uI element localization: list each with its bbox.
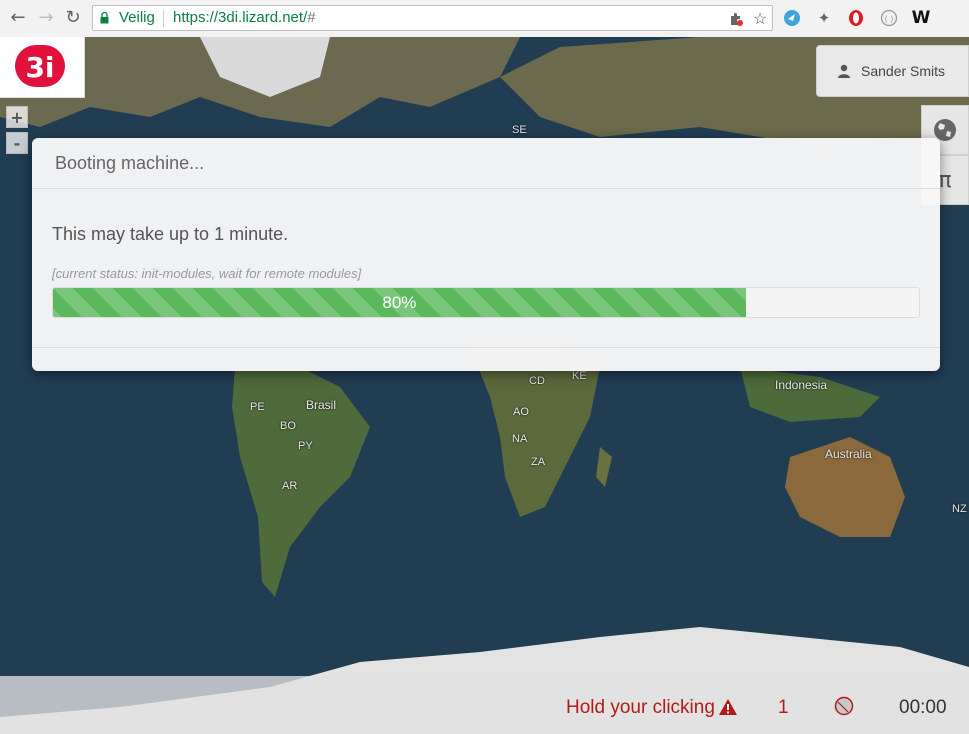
progress-track: 80% xyxy=(52,287,920,318)
warning-icon xyxy=(719,699,737,715)
map-label-se: SE xyxy=(512,124,527,136)
modal-status: [current status: init-modules, wait for … xyxy=(52,266,362,281)
hold-clicking-text: Hold your clicking xyxy=(566,697,715,718)
bird-extension-icon[interactable] xyxy=(782,8,802,28)
address-bar[interactable]: Veilig https://3di.lizard.net/# ☆ xyxy=(92,5,773,31)
url-text: https://3di.lizard.net/# xyxy=(173,9,316,26)
map-label-nz: NZ xyxy=(952,503,967,515)
map-label-ao: AO xyxy=(513,406,529,418)
browser-toolbar: ← → ↻ Veilig https://3di.lizard.net/# ☆ … xyxy=(0,0,969,38)
map-label-za: ZA xyxy=(531,456,546,468)
user-name: Sander Smits xyxy=(861,63,946,79)
timer: 00:00 xyxy=(899,697,947,718)
map-label-bo: BO xyxy=(280,420,296,432)
map-label-australia: Australia xyxy=(825,447,872,461)
security-label: Veilig xyxy=(119,9,155,26)
modal-header: Booting machine... xyxy=(32,138,940,189)
zoom-in-button[interactable]: + xyxy=(6,106,28,128)
map-label-na: NA xyxy=(512,433,528,445)
logo-mark: 3i xyxy=(15,45,65,87)
star-icon[interactable]: ☆ xyxy=(751,10,769,28)
app-logo[interactable]: 3i xyxy=(0,37,85,98)
modal-message: This may take up to 1 minute. xyxy=(52,224,289,244)
opera-extension-icon[interactable] xyxy=(846,8,866,28)
user-button[interactable]: Sander Smits xyxy=(816,45,969,97)
map-label-py: PY xyxy=(298,440,313,452)
status-bar: Hold your clicking 1 00:00 xyxy=(0,676,969,734)
puzzle-icon[interactable] xyxy=(727,10,745,28)
map-label-ar: AR xyxy=(282,480,298,492)
map-label-pe: PE xyxy=(250,401,265,413)
record-icon[interactable] xyxy=(834,696,854,716)
svg-text:( ): ( ) xyxy=(885,15,894,24)
forward-icon[interactable]: → xyxy=(36,8,56,28)
click-count: 1 xyxy=(778,697,789,718)
w-extension-icon[interactable]: W xyxy=(911,8,931,28)
zoom-out-button[interactable]: - xyxy=(6,132,28,154)
map-label-indonesia: Indonesia xyxy=(775,378,828,392)
modal-footer xyxy=(32,347,940,348)
lock-icon xyxy=(100,12,109,24)
url-path: # xyxy=(307,9,316,26)
code-extension-icon[interactable]: ( ) xyxy=(879,8,899,28)
booting-modal: Booting machine... This may take up to 1… xyxy=(32,138,940,371)
logo-text: 3i xyxy=(25,51,54,84)
map-label-cd: CD xyxy=(529,375,545,387)
reload-icon[interactable]: ↻ xyxy=(63,8,83,28)
back-icon[interactable]: ← xyxy=(8,8,28,28)
map-label-ke: KE xyxy=(572,370,587,382)
url-host: https://3di.lizard.net/ xyxy=(173,9,308,26)
user-icon xyxy=(838,64,850,78)
modal-title: Booting machine... xyxy=(55,153,205,173)
address-separator xyxy=(163,10,164,27)
map-label-brasil: Brasil xyxy=(306,398,337,412)
progress-bar: 80% xyxy=(53,288,746,317)
pin-extension-icon[interactable]: ✦ xyxy=(814,8,834,28)
